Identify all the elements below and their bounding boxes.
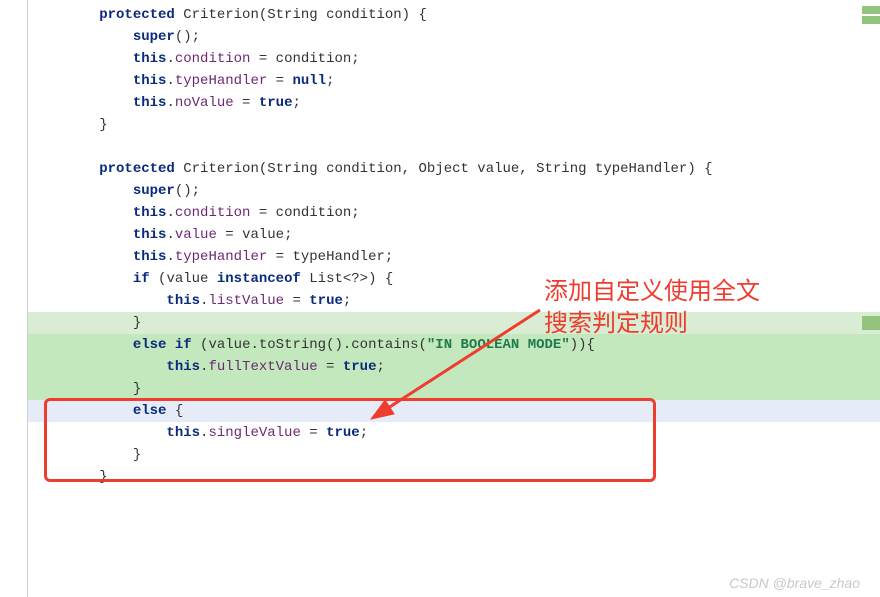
kw-this: this (166, 359, 200, 375)
field-typeHandler: typeHandler (175, 73, 267, 89)
code-line: this.noValue = true; (28, 92, 880, 114)
code-line: } (28, 114, 880, 136)
kw-instanceof: instanceof (217, 271, 301, 287)
kw-this: this (166, 425, 200, 441)
kw-this: this (166, 293, 200, 309)
code-line: this.condition = condition; (28, 202, 880, 224)
code-line: else { (28, 400, 880, 422)
kw-else: else (133, 403, 167, 419)
code-line: } (28, 312, 880, 334)
code-editor: protected Criterion(String condition) { … (0, 0, 880, 597)
code-line: } (28, 466, 880, 488)
code-line: this.typeHandler = null; (28, 70, 880, 92)
kw-else: else (133, 337, 167, 353)
field-noValue: noValue (175, 95, 234, 111)
code-line-highlight: this.fullTextValue = true; (28, 356, 880, 378)
field-condition: condition (175, 205, 251, 221)
code-line: this.condition = condition; (28, 48, 880, 70)
kw-true: true (309, 293, 343, 309)
kw-this: this (133, 51, 167, 67)
kw-this: this (133, 249, 167, 265)
code-line: super(); (28, 180, 880, 202)
field-fullTextValue: fullTextValue (208, 359, 317, 375)
kw-true: true (259, 95, 293, 111)
code-line: super(); (28, 26, 880, 48)
code-line: this.listValue = true; (28, 290, 880, 312)
kw-protected: protected (99, 7, 175, 23)
kw-super: super (133, 183, 175, 199)
editor-gutter (0, 0, 28, 597)
field-condition: condition (175, 51, 251, 67)
string-literal: "IN BOOLEAN MODE" (427, 337, 570, 353)
field-singleValue: singleValue (208, 425, 300, 441)
code-line: this.value = value; (28, 224, 880, 246)
kw-this: this (133, 73, 167, 89)
minimap-marker (862, 6, 880, 14)
code-line: protected Criterion(String condition) { (28, 4, 880, 26)
kw-super: super (133, 29, 175, 45)
kw-if: if (175, 337, 192, 353)
code-line: protected Criterion(String condition, Ob… (28, 158, 880, 180)
code-line (28, 136, 880, 158)
kw-protected: protected (99, 161, 175, 177)
kw-this: this (133, 205, 167, 221)
field-value: value (175, 227, 217, 243)
code-line: this.singleValue = true; (28, 422, 880, 444)
field-listValue: listValue (208, 293, 284, 309)
code-line-highlight: else if (value.toString().contains("IN B… (28, 334, 880, 356)
watermark: CSDN @brave_zhao (729, 575, 860, 591)
kw-null: null (292, 73, 326, 89)
minimap-marker (862, 316, 880, 330)
kw-if: if (133, 271, 150, 287)
kw-true: true (326, 425, 360, 441)
kw-true: true (343, 359, 377, 375)
code-line-highlight: } (28, 378, 880, 400)
field-typeHandler: typeHandler (175, 249, 267, 265)
code-line: if (value instanceof List<?>) { (28, 268, 880, 290)
code-line: } (28, 444, 880, 466)
minimap-marker (862, 16, 880, 24)
code-area: protected Criterion(String condition) { … (28, 0, 880, 488)
code-line: this.typeHandler = typeHandler; (28, 246, 880, 268)
kw-this: this (133, 227, 167, 243)
kw-this: this (133, 95, 167, 111)
